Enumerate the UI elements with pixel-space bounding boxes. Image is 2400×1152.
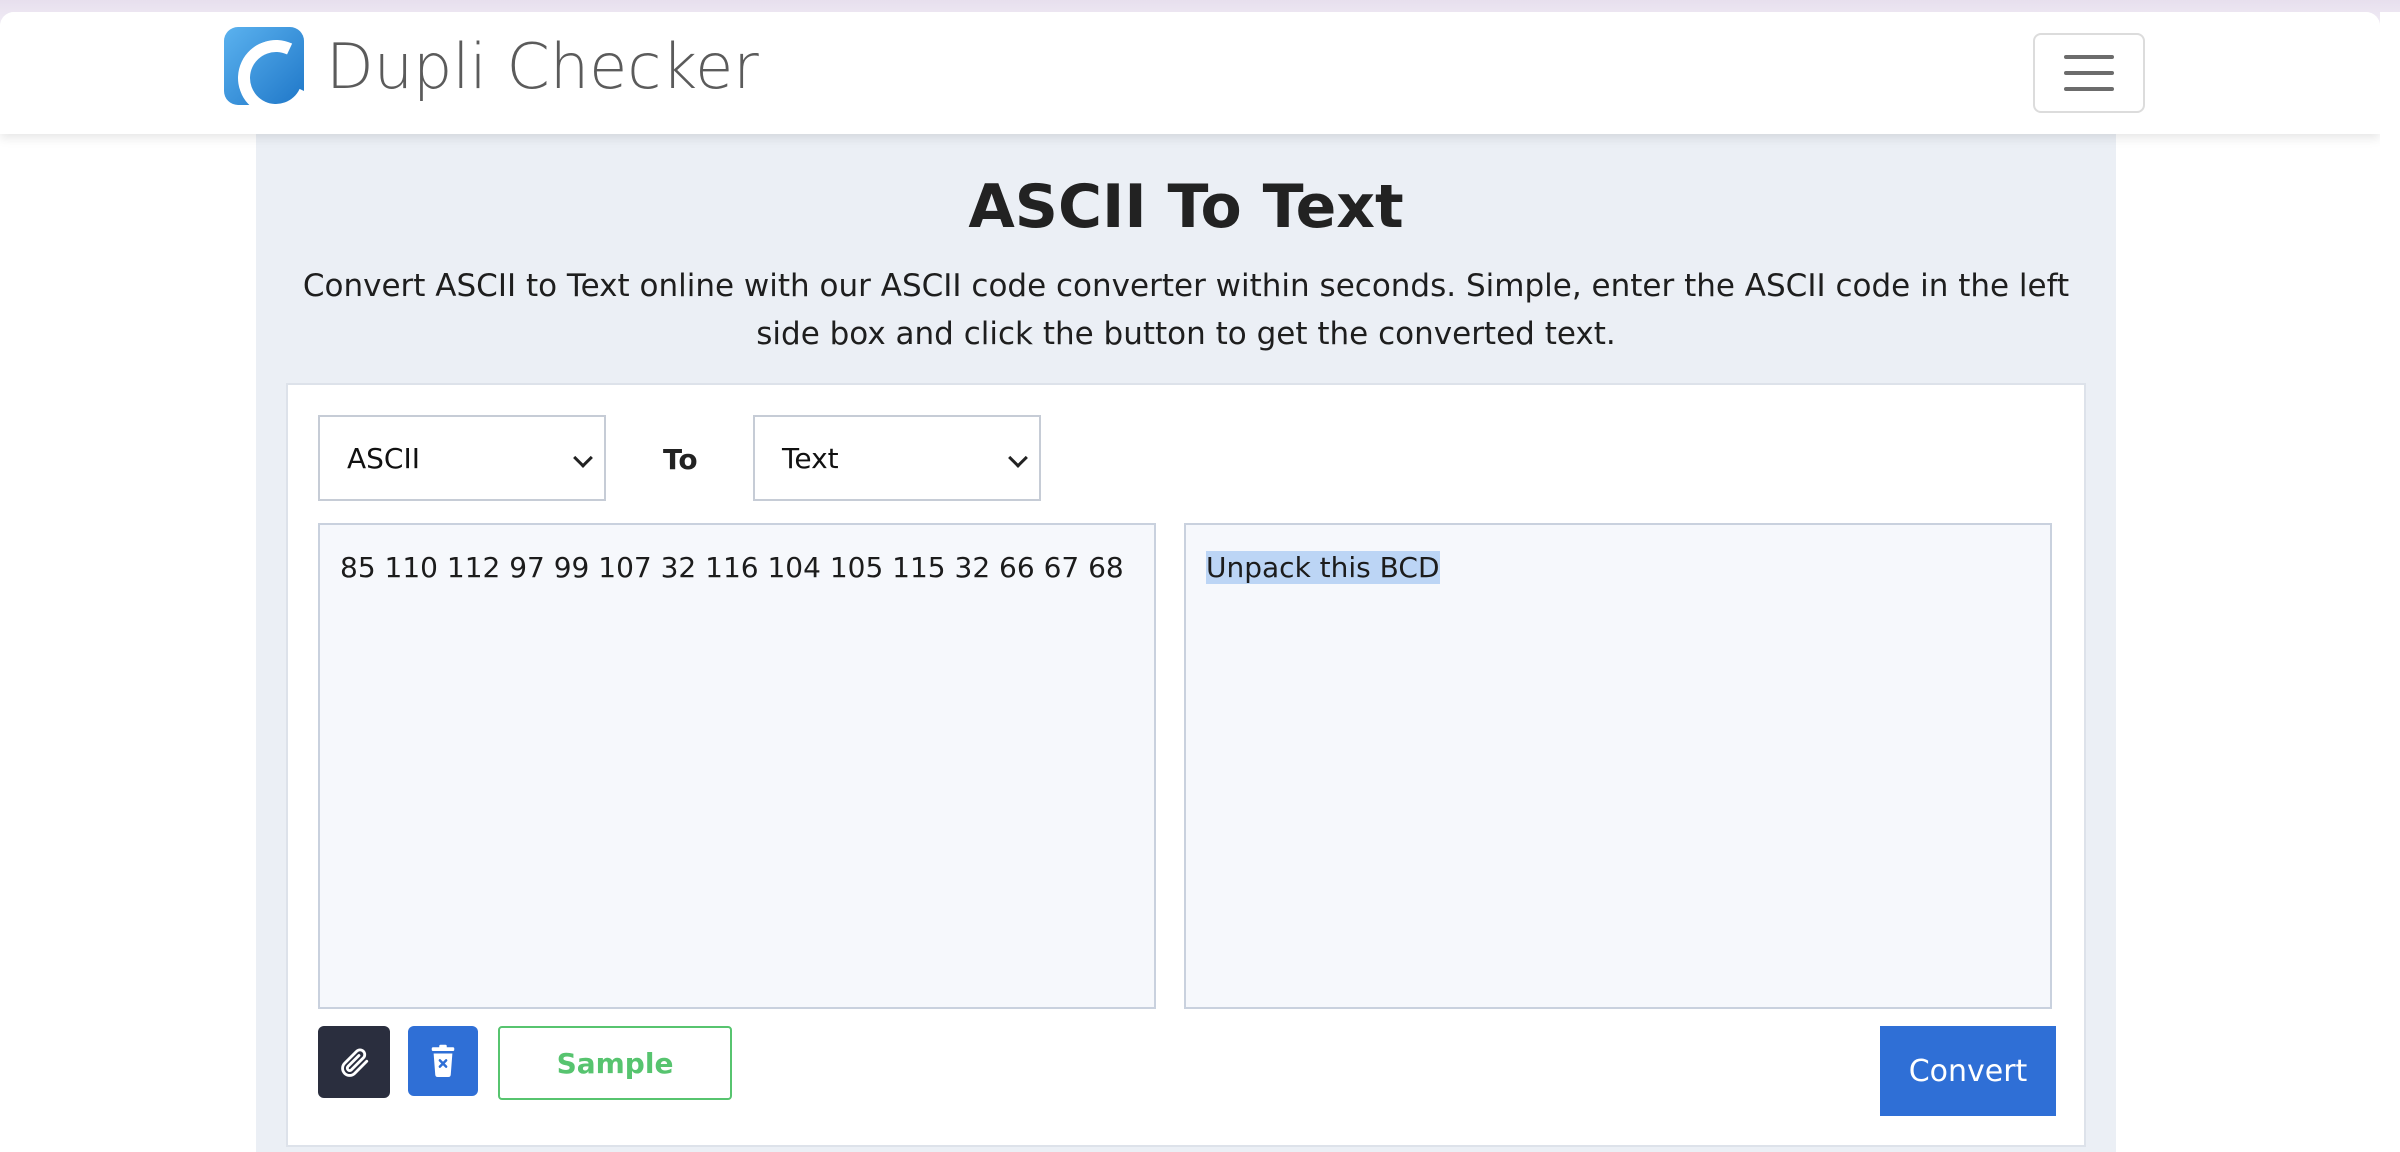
- converter-card: ASCII To Text 85 110 112 97 99 107 32 11…: [286, 383, 2086, 1147]
- logo-text: Dupli Checker: [326, 29, 759, 103]
- from-format-select[interactable]: ASCII: [318, 415, 606, 501]
- tool-panel: ASCII To Text Convert ASCII to Text onli…: [256, 134, 2116, 1152]
- attach-file-button[interactable]: [318, 1026, 390, 1098]
- from-format-value: ASCII: [347, 441, 420, 475]
- to-format-value: Text: [782, 441, 839, 475]
- hamburger-bar-2: [2064, 71, 2114, 75]
- page-title: ASCII To Text: [968, 172, 1404, 242]
- clear-button[interactable]: [408, 1026, 478, 1096]
- to-format-select[interactable]: Text: [753, 415, 1041, 501]
- ascii-input-textarea[interactable]: 85 110 112 97 99 107 32 116 104 105 115 …: [318, 523, 1156, 1009]
- menu-toggle-button[interactable]: [2033, 33, 2145, 113]
- page-scrollbar[interactable]: [2380, 12, 2400, 1152]
- page-description: Convert ASCII to Text online with our AS…: [302, 268, 2070, 352]
- chevron-down-icon: [573, 448, 593, 468]
- logo-icon: [224, 27, 304, 105]
- chevron-down-icon: [1008, 448, 1028, 468]
- ascii-input-value: 85 110 112 97 99 107 32 116 104 105 115 …: [340, 551, 1124, 584]
- navbar: Dupli Checker: [0, 12, 2380, 134]
- browser-viewport: Dupli Checker ASCII To Text Convert ASCI…: [0, 12, 2380, 1152]
- logo[interactable]: Dupli Checker: [224, 27, 759, 105]
- trash-icon: [431, 1044, 455, 1077]
- to-label: To: [663, 443, 698, 476]
- convert-button[interactable]: Convert: [1880, 1026, 2056, 1116]
- paperclip-icon: [341, 1048, 369, 1077]
- text-output-textarea[interactable]: Unpack this BCD: [1184, 523, 2052, 1009]
- text-output-value: Unpack this BCD: [1206, 551, 1440, 584]
- sample-button[interactable]: Sample: [498, 1026, 732, 1100]
- hamburger-bar-3: [2064, 87, 2114, 91]
- hamburger-icon: [2064, 55, 2114, 59]
